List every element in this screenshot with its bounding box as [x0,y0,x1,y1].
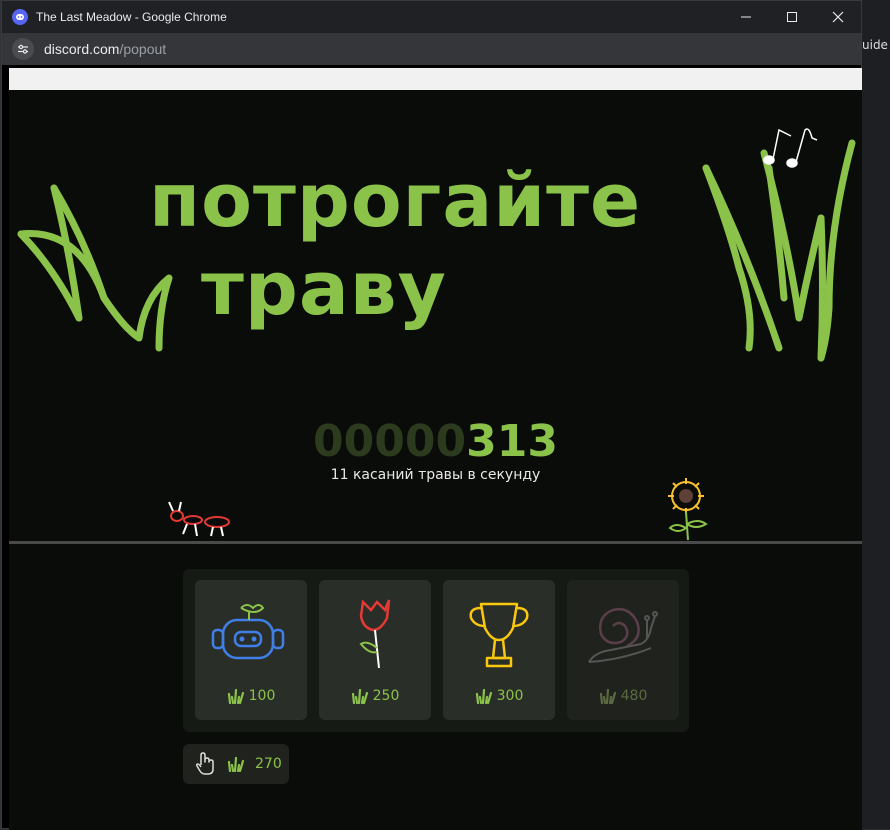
clicker-upgrade-button[interactable]: 270 [183,744,289,784]
minimize-button[interactable] [723,1,769,33]
snail-icon [588,608,658,663]
sunflower-icon [668,478,708,541]
url-host: discord.com [44,41,120,57]
item-price-value: 250 [372,688,400,704]
shop-item-trophy[interactable]: 300 [443,580,555,720]
window-controls [723,1,861,33]
close-icon [832,11,844,23]
url-path: /popout [119,41,167,57]
clicker-value: 270 [255,756,282,772]
grass-icon [227,688,244,704]
grass-icon [599,688,616,704]
title-line-1: потрогайте [149,158,642,244]
flower-icon [359,599,391,669]
rate-text: касаний травы в секунду [352,467,541,483]
trophy-icon [469,602,529,668]
window-title: The Last Meadow - Google Chrome [36,10,227,24]
url-text[interactable]: discord.com/popout [44,41,166,57]
game-area[interactable]: потрогайте траву 00000313 11 касаний тра… [9,68,862,830]
item-price-value: 480 [620,688,648,704]
item-price: 480 [567,688,679,704]
shop-panel: 100 250 300 480 [183,569,689,732]
title-bar: The Last Meadow - Google Chrome [2,1,861,33]
maximize-icon [787,12,797,22]
counter-zeros: 00000 [313,416,467,467]
minimize-icon [741,16,751,18]
background-page-right: uide :: [862,0,890,829]
robot-icon [211,604,285,660]
touch-rate: 11 касаний травы в секунду [9,467,862,483]
grass-icon [227,756,245,772]
close-button[interactable] [815,1,861,33]
title-line-2: траву [201,246,447,332]
popout-window: The Last Meadow - Google Chrome discord.… [1,0,862,830]
grass-icon [351,688,368,704]
item-price: 100 [195,688,307,704]
item-price: 250 [319,688,431,704]
maximize-button[interactable] [769,1,815,33]
ground-line [9,541,862,544]
background-page-snippet: uide :: [862,38,890,52]
item-price-value: 300 [496,688,524,704]
music-note-icon [763,128,818,168]
rate-count: 11 [330,467,349,483]
site-settings-icon[interactable] [12,38,34,60]
address-bar[interactable]: discord.com/popout [2,33,861,65]
shop-item-robot[interactable]: 100 [195,580,307,720]
shop-item-flower[interactable]: 250 [319,580,431,720]
grass-icon [475,688,492,704]
ant-icon [168,501,230,537]
counter-value: 313 [466,416,558,467]
item-price-value: 100 [248,688,276,704]
discord-icon [12,9,28,25]
shop-item-snail[interactable]: 480 [567,580,679,720]
item-price: 300 [443,688,555,704]
touch-counter: 00000313 [9,416,862,467]
hand-pointer-icon [195,752,214,775]
